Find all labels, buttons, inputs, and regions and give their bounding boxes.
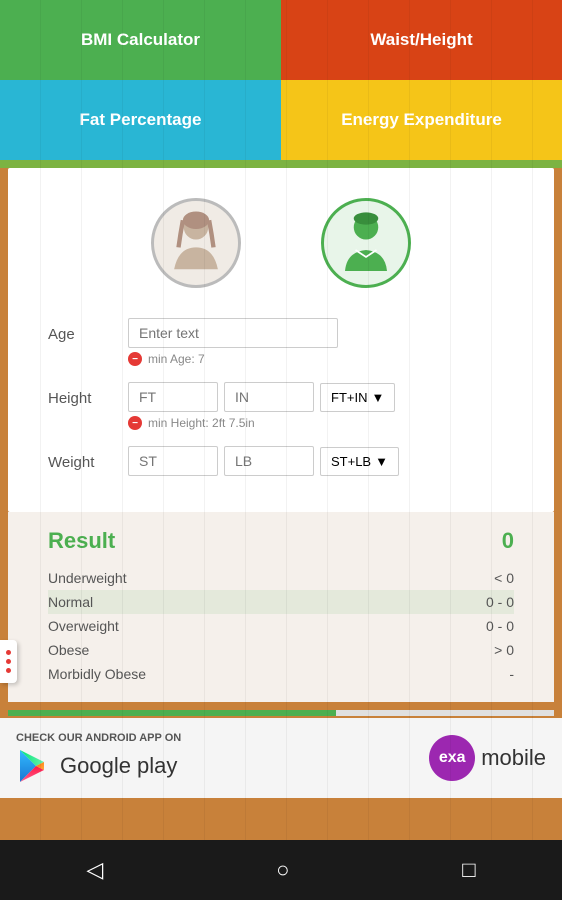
ad-logo-section: exa mobile [429,735,546,781]
age-error-icon: − [128,352,142,366]
height-input-group: FT+IN ▼ [128,382,514,412]
underweight-range: < 0 [494,570,514,586]
result-row-overweight: Overweight 0 - 0 [48,614,514,638]
google-play-text: Google play [60,753,177,779]
mobile-text: mobile [481,745,546,771]
height-in-input[interactable] [224,382,314,412]
weight-unit-dropdown[interactable]: ST+LB ▼ [320,447,399,476]
weight-input-group: ST+LB ▼ [128,446,514,476]
home-button[interactable]: ○ [276,857,289,883]
height-error-row: − min Height: 2ft 7.5in [128,416,514,430]
bmi-label: BMI Calculator [81,30,200,50]
result-row-underweight: Underweight < 0 [48,566,514,590]
result-row-obese: Obese > 0 [48,638,514,662]
ad-text-section: CHECK OUR ANDROID APP ON [16,732,429,784]
morbidly-obese-range: - [509,666,514,682]
age-input[interactable] [128,318,338,348]
height-ft-input[interactable] [128,382,218,412]
height-inputs: FT+IN ▼ − min Height: 2ft 7.5in [128,382,514,430]
back-button[interactable]: ◁ [86,857,103,883]
overweight-range: 0 - 0 [486,618,514,634]
morbidly-obese-label: Morbidly Obese [48,666,146,682]
bmi-calculator-button[interactable]: BMI Calculator [0,0,281,80]
weight-inputs: ST+LB ▼ [128,446,514,476]
underweight-label: Underweight [48,570,127,586]
dot-1 [6,650,11,655]
energy-expenditure-button[interactable]: Energy Expenditure [281,80,562,160]
main-content: Age − min Age: 7 Height FT+IN ▼ [8,168,554,512]
fat-percentage-button[interactable]: Fat Percentage [0,80,281,160]
ad-banner[interactable]: CHECK OUR ANDROID APP ON [0,718,562,798]
weight-label: Weight [48,446,128,471]
progress-bar-container [8,710,554,716]
dot-2 [6,659,11,664]
height-row: Height FT+IN ▼ − min Height: 2ft 7.5in [48,382,514,430]
weight-lb-input[interactable] [224,446,314,476]
dot-3 [6,668,11,673]
google-play-icon [16,748,52,784]
obese-label: Obese [48,642,89,658]
age-inputs: − min Age: 7 [128,318,514,366]
energy-label: Energy Expenditure [341,110,502,130]
age-label: Age [48,318,128,343]
separator-bar [0,160,562,168]
height-error-text: min Height: 2ft 7.5in [148,416,255,430]
weight-unit-label: ST+LB [331,454,371,469]
waist-height-button[interactable]: Waist/Height [281,0,562,80]
normal-label: Normal [48,594,93,610]
female-avatar[interactable] [151,198,241,288]
result-row-morbidly-obese: Morbidly Obese - [48,662,514,686]
side-menu[interactable] [0,640,17,683]
result-title: Result [48,528,115,554]
chevron-down-icon-weight: ▼ [375,454,388,469]
chevron-down-icon: ▼ [371,390,384,405]
age-row: Age − min Age: 7 [48,318,514,366]
weight-st-input[interactable] [128,446,218,476]
form-section: Age − min Age: 7 Height FT+IN ▼ [38,318,524,476]
overweight-label: Overweight [48,618,119,634]
result-value: 0 [502,528,514,554]
age-error-text: min Age: 7 [148,352,205,366]
exa-logo: exa [429,735,475,781]
age-error-row: − min Age: 7 [128,352,514,366]
height-error-icon: − [128,416,142,430]
waist-label: Waist/Height [370,30,472,50]
obese-range: > 0 [494,642,514,658]
height-unit-dropdown[interactable]: FT+IN ▼ [320,383,395,412]
male-avatar[interactable] [321,198,411,288]
bottom-nav: ◁ ○ □ [0,840,562,900]
result-section: Result 0 Underweight < 0 Normal 0 - 0 Ov… [8,512,554,702]
avatar-row [38,188,524,288]
weight-row: Weight ST+LB ▼ [48,446,514,476]
normal-range: 0 - 0 [486,594,514,610]
google-play-logo: Google play [16,748,429,784]
height-label: Height [48,382,128,407]
ad-title: CHECK OUR ANDROID APP ON [16,732,429,744]
progress-bar-fill [8,710,336,716]
result-header: Result 0 [48,528,514,554]
recents-button[interactable]: □ [462,857,475,883]
result-row-normal: Normal 0 - 0 [48,590,514,614]
height-unit-label: FT+IN [331,390,367,405]
fat-label: Fat Percentage [80,110,202,130]
result-table: Underweight < 0 Normal 0 - 0 Overweight … [48,566,514,686]
